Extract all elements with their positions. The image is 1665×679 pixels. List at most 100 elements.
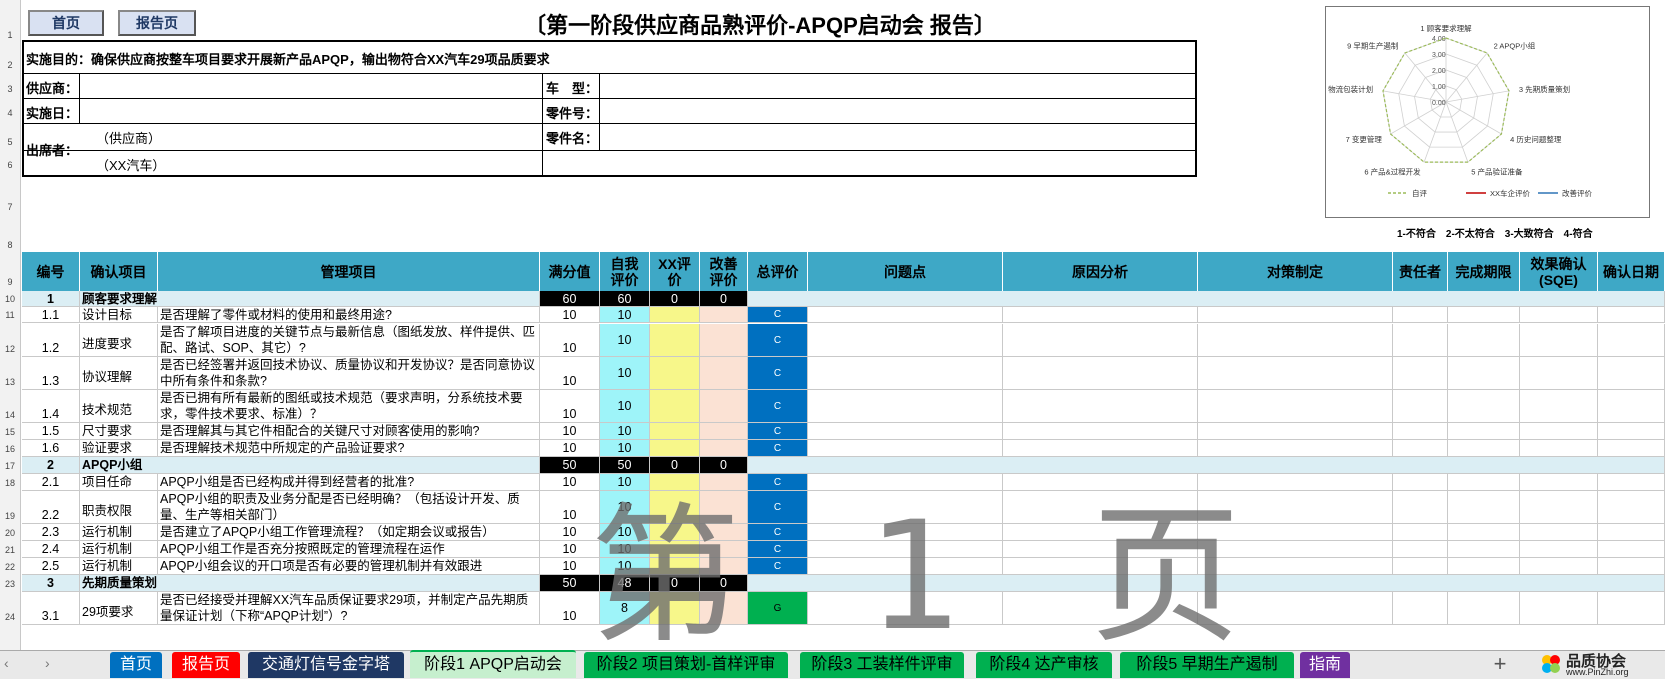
sheet-tab[interactable]: 阶段1 APQP启动会	[410, 650, 576, 678]
deadline-cell[interactable]	[1448, 524, 1520, 541]
self-eval-input[interactable]: 10	[600, 307, 650, 323]
self-eval-input[interactable]: 10	[600, 390, 650, 423]
management-item: 是否理解了零件或材料的使用和最终用途?	[158, 307, 540, 323]
deadline-cell[interactable]	[1448, 541, 1520, 558]
confirm-date-cell[interactable]	[1598, 491, 1665, 524]
effect-cell[interactable]	[1520, 440, 1598, 457]
xx-eval-input[interactable]	[650, 307, 700, 323]
deadline-cell[interactable]	[1448, 440, 1520, 457]
header-improve-eval: 改善 评价	[700, 252, 748, 291]
issue-cell[interactable]	[808, 357, 1003, 390]
confirm-date-cell[interactable]	[1598, 592, 1665, 625]
deadline-cell[interactable]	[1448, 390, 1520, 423]
owner-cell[interactable]	[1393, 324, 1448, 357]
self-eval-input[interactable]: 10	[600, 423, 650, 440]
deadline-cell[interactable]	[1448, 307, 1520, 323]
owner-cell[interactable]	[1393, 423, 1448, 440]
car-type-field[interactable]	[604, 76, 1184, 96]
measure-cell[interactable]	[1198, 324, 1393, 357]
self-eval-input[interactable]: 10	[600, 357, 650, 390]
deadline-cell[interactable]	[1448, 474, 1520, 491]
confirm-date-cell[interactable]	[1598, 440, 1665, 457]
improve-eval-input[interactable]	[700, 307, 748, 323]
sheet-tab[interactable]: 阶段3 工装样件评审	[800, 652, 964, 678]
confirm-date-cell[interactable]	[1598, 390, 1665, 423]
sheet-tab[interactable]: 阶段4 达产审核	[976, 652, 1112, 678]
xx-eval-input[interactable]	[650, 357, 700, 390]
measure-cell[interactable]	[1198, 390, 1393, 423]
owner-cell[interactable]	[1393, 390, 1448, 423]
confirm-date-cell[interactable]	[1598, 423, 1665, 440]
issue-cell[interactable]	[808, 390, 1003, 423]
measure-cell[interactable]	[1198, 357, 1393, 390]
sheet-tab[interactable]: 阶段2 项目策划-首样评审	[584, 652, 788, 678]
deadline-cell[interactable]	[1448, 324, 1520, 357]
part-no-field[interactable]	[604, 101, 1184, 121]
sheet-tab[interactable]: 指南	[1300, 652, 1350, 678]
confirm-date-cell[interactable]	[1598, 357, 1665, 390]
xx-eval-input[interactable]	[650, 423, 700, 440]
sheet-tab[interactable]: 报告页	[172, 652, 240, 678]
owner-cell[interactable]	[1393, 592, 1448, 625]
measure-cell[interactable]	[1198, 307, 1393, 323]
sheet-tab[interactable]: 阶段5 早期生产遏制	[1120, 652, 1294, 678]
issue-cell[interactable]	[808, 423, 1003, 440]
effect-cell[interactable]	[1520, 474, 1598, 491]
confirm-date-cell[interactable]	[1598, 324, 1665, 357]
issue-cell[interactable]	[808, 324, 1003, 357]
owner-cell[interactable]	[1393, 357, 1448, 390]
sheet-tab[interactable]: 首页	[110, 652, 162, 678]
measure-cell[interactable]	[1198, 423, 1393, 440]
part-name-field[interactable]	[604, 126, 1184, 148]
effect-cell[interactable]	[1520, 558, 1598, 575]
improve-eval-input[interactable]	[700, 390, 748, 423]
xx-eval-input[interactable]	[650, 390, 700, 423]
effect-cell[interactable]	[1520, 423, 1598, 440]
home-button[interactable]: 首页	[28, 10, 104, 36]
cause-cell[interactable]	[1003, 357, 1198, 390]
date-field[interactable]	[84, 101, 534, 121]
sheet-tab[interactable]: 交通灯信号金字塔	[248, 652, 404, 678]
full-score: 10	[540, 357, 600, 390]
improve-eval-input[interactable]	[700, 324, 748, 357]
issue-cell[interactable]	[808, 307, 1003, 323]
scroll-left-icon[interactable]: ‹	[4, 655, 18, 675]
improve-eval-input[interactable]	[700, 357, 748, 390]
deadline-cell[interactable]	[1448, 491, 1520, 524]
owner-cell[interactable]	[1393, 558, 1448, 575]
owner-cell[interactable]	[1393, 440, 1448, 457]
self-eval-input[interactable]: 10	[600, 324, 650, 357]
effect-cell[interactable]	[1520, 307, 1598, 323]
cause-cell[interactable]	[1003, 307, 1198, 323]
improve-eval-input[interactable]	[700, 423, 748, 440]
cause-cell[interactable]	[1003, 390, 1198, 423]
owner-cell[interactable]	[1393, 307, 1448, 323]
deadline-cell[interactable]	[1448, 357, 1520, 390]
cause-cell[interactable]	[1003, 324, 1198, 357]
confirm-date-cell[interactable]	[1598, 307, 1665, 323]
effect-cell[interactable]	[1520, 541, 1598, 558]
confirm-date-cell[interactable]	[1598, 474, 1665, 491]
effect-cell[interactable]	[1520, 390, 1598, 423]
effect-cell[interactable]	[1520, 324, 1598, 357]
owner-cell[interactable]	[1393, 541, 1448, 558]
cause-cell[interactable]	[1003, 423, 1198, 440]
effect-cell[interactable]	[1520, 357, 1598, 390]
deadline-cell[interactable]	[1448, 592, 1520, 625]
owner-cell[interactable]	[1393, 524, 1448, 541]
supplier-field[interactable]	[84, 76, 534, 96]
deadline-cell[interactable]	[1448, 558, 1520, 575]
xx-eval-input[interactable]	[650, 324, 700, 357]
confirm-date-cell[interactable]	[1598, 558, 1665, 575]
effect-cell[interactable]	[1520, 491, 1598, 524]
effect-cell[interactable]	[1520, 592, 1598, 625]
deadline-cell[interactable]	[1448, 423, 1520, 440]
report-button[interactable]: 报告页	[118, 10, 196, 36]
effect-cell[interactable]	[1520, 524, 1598, 541]
confirm-date-cell[interactable]	[1598, 524, 1665, 541]
owner-cell[interactable]	[1393, 491, 1448, 524]
owner-cell[interactable]	[1393, 474, 1448, 491]
confirm-date-cell[interactable]	[1598, 541, 1665, 558]
add-sheet-icon[interactable]: +	[1488, 651, 1512, 677]
scroll-right-icon[interactable]: ›	[45, 655, 59, 675]
